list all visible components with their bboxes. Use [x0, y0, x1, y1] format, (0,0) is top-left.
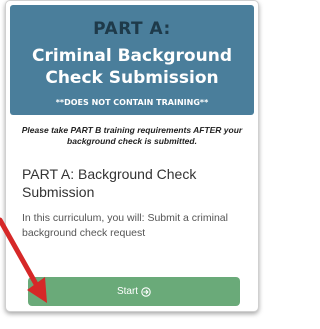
- banner-title: Criminal Background Check Submission: [10, 45, 254, 89]
- instruction-note: Please take PART B training requirements…: [14, 125, 250, 147]
- card-banner: PART A: Criminal Background Check Submis…: [10, 5, 254, 115]
- curriculum-description: In this curriculum, you will: Submit a c…: [22, 212, 228, 239]
- instruction-prefix: Please take: [21, 125, 71, 135]
- page: PART A: Criminal Background Check Submis…: [0, 0, 262, 329]
- section-title: PART A: Background Check Submission: [22, 166, 197, 200]
- banner-note: **DOES NOT CONTAIN TRAINING**: [55, 98, 209, 107]
- banner-title-line-1: Criminal Background: [32, 46, 232, 66]
- instruction-bold: PART B: [70, 125, 102, 135]
- start-button-label: Start: [116, 286, 139, 297]
- banner-part-label: PART A:: [93, 19, 171, 39]
- arrow-circle-right-icon: [141, 286, 151, 297]
- start-button[interactable]: Start: [28, 277, 240, 306]
- banner-title-line-2: Check Submission: [45, 68, 219, 88]
- curriculum-card: PART A: Criminal Background Check Submis…: [5, 0, 259, 312]
